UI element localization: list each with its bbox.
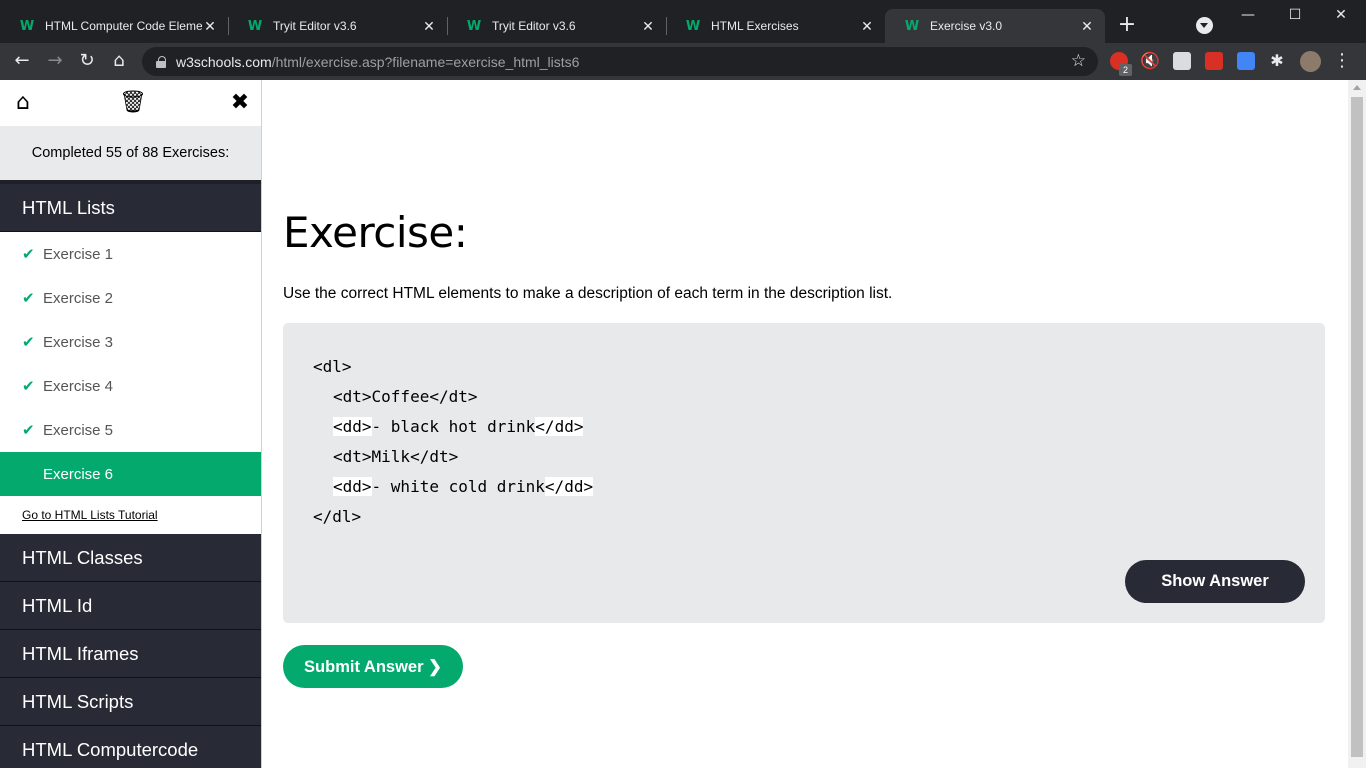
checkmark-icon: ✔ xyxy=(22,289,35,307)
topic-html-classes[interactable]: HTML Classes xyxy=(0,534,261,582)
close-tab-icon[interactable]: ✕ xyxy=(1079,18,1095,34)
checkmark-icon: ✔ xyxy=(22,333,35,351)
code-line: <dd>- black hot drink</dd> xyxy=(333,417,584,436)
browser-tab[interactable]: W HTML Computer Code Eleme ✕ xyxy=(0,9,228,43)
w3schools-favicon-icon: W xyxy=(19,18,35,34)
page-scrollbar[interactable] xyxy=(1348,80,1366,768)
tab-title: HTML Computer Code Eleme xyxy=(45,19,202,33)
checkmark-icon: ✔ xyxy=(22,377,35,395)
bookmark-star-icon[interactable]: ☆ xyxy=(1071,51,1086,71)
answer-input-open-tag[interactable]: <dd> xyxy=(333,477,372,496)
tab-title: HTML Exercises xyxy=(711,19,799,33)
exercise-label: Exercise 3 xyxy=(43,333,114,351)
exercise-item[interactable]: ✔ Exercise 4 xyxy=(0,364,261,408)
scrollbar-thumb[interactable] xyxy=(1351,97,1363,757)
browser-tab-active[interactable]: W Exercise v3.0 ✕ xyxy=(885,9,1105,43)
exercise-label: Exercise 2 xyxy=(43,289,114,307)
mute-extension-icon[interactable]: 🔇 xyxy=(1138,49,1162,73)
exercise-label: Exercise 5 xyxy=(43,421,114,439)
exercise-item[interactable]: ✔ Exercise 1 xyxy=(0,232,261,276)
topic-html-computercode[interactable]: HTML Computercode xyxy=(0,726,261,768)
trash-icon[interactable]: 🗑 xyxy=(119,91,147,115)
home-icon[interactable]: ⌂ xyxy=(11,91,35,115)
tutorial-link[interactable]: Go to HTML Lists Tutorial xyxy=(0,496,261,534)
topic-html-lists[interactable]: HTML Lists xyxy=(0,180,261,232)
code-line: <dt>Milk</dt> xyxy=(333,447,459,466)
close-tab-icon[interactable]: ✕ xyxy=(859,18,875,34)
w3schools-favicon-icon: W xyxy=(466,18,482,34)
close-tab-icon[interactable]: ✕ xyxy=(421,18,437,34)
profile-avatar[interactable] xyxy=(1300,51,1321,72)
code-line: <dd>- white cold drink</dd> xyxy=(333,477,594,496)
new-tab-icon[interactable]: + xyxy=(1116,14,1138,37)
browser-tab[interactable]: W Tryit Editor v3.6 ✕ xyxy=(228,9,447,43)
checkmark-icon: ✔ xyxy=(22,421,35,439)
puzzle-extensions-icon[interactable]: ✱ xyxy=(1265,49,1289,73)
extension-icon[interactable] xyxy=(1173,52,1191,70)
exercise-item[interactable]: ✔ Exercise 5 xyxy=(0,408,261,452)
answer-input-close-tag[interactable]: </dd> xyxy=(535,417,584,436)
extension-icon[interactable] xyxy=(1237,52,1255,70)
url-text: w3schools.com/html/exercise.asp?filename… xyxy=(176,53,580,70)
answer-input-open-tag[interactable]: <dd> xyxy=(333,417,372,436)
exercise-label: Exercise 6 xyxy=(43,465,114,483)
exercise-label: Exercise 4 xyxy=(43,377,114,395)
exercise-item[interactable]: ✔ Exercise 2 xyxy=(0,276,261,320)
exercise-label: Exercise 1 xyxy=(43,245,114,263)
tab-title: Exercise v3.0 xyxy=(930,19,1003,33)
close-tab-icon[interactable]: ✕ xyxy=(202,18,218,34)
code-line: <dl> xyxy=(313,357,352,376)
lock-icon[interactable] xyxy=(156,55,166,68)
forward-icon[interactable]: → xyxy=(43,49,67,73)
minimize-icon[interactable]: — xyxy=(1236,4,1260,26)
scroll-up-arrow-icon[interactable] xyxy=(1353,85,1361,90)
page-title: Exercise: xyxy=(283,208,468,257)
menu-kebab-icon[interactable]: ⋮ xyxy=(1330,49,1354,73)
exercise-instruction: Use the correct HTML elements to make a … xyxy=(283,285,893,302)
extension-badge: 2 xyxy=(1119,64,1132,76)
close-window-icon[interactable]: ✕ xyxy=(1329,4,1353,26)
reload-icon[interactable]: ↻ xyxy=(75,49,99,73)
back-icon[interactable]: ← xyxy=(10,49,34,73)
tab-title: Tryit Editor v3.6 xyxy=(492,19,576,33)
maximize-icon[interactable]: ☐ xyxy=(1283,4,1307,26)
code-line: </dl> xyxy=(313,507,362,526)
exercise-item-current[interactable]: Exercise 6 xyxy=(0,452,261,496)
w3schools-favicon-icon: W xyxy=(685,18,701,34)
extension-icon[interactable] xyxy=(1205,52,1223,70)
home-icon[interactable]: ⌂ xyxy=(107,49,131,73)
topic-html-scripts[interactable]: HTML Scripts xyxy=(0,678,261,726)
code-exercise-box: <dl> <dt>Coffee</dt> <dd>- black hot dri… xyxy=(283,323,1325,623)
sidebar-toolbar: ⌂ 🗑 ✖ xyxy=(0,80,261,126)
browser-tab-strip: W HTML Computer Code Eleme ✕ W Tryit Edi… xyxy=(0,0,1366,43)
code-line: <dt>Coffee</dt> xyxy=(333,387,478,406)
browser-tab[interactable]: W HTML Exercises ✕ xyxy=(666,9,885,43)
address-bar[interactable]: w3schools.com/html/exercise.asp?filename… xyxy=(142,47,1098,76)
answer-input-close-tag[interactable]: </dd> xyxy=(544,477,594,496)
w3schools-favicon-icon: W xyxy=(904,18,920,34)
tab-title: Tryit Editor v3.6 xyxy=(273,19,357,33)
tab-search-icon[interactable] xyxy=(1196,17,1213,34)
progress-status: Completed 55 of 88 Exercises: xyxy=(0,126,261,180)
w3schools-favicon-icon: W xyxy=(247,18,263,34)
close-icon[interactable]: ✖ xyxy=(228,91,252,115)
show-answer-button[interactable]: Show Answer xyxy=(1125,560,1305,603)
browser-tab[interactable]: W Tryit Editor v3.6 ✕ xyxy=(447,9,666,43)
exercise-sidebar: ⌂ 🗑 ✖ Completed 55 of 88 Exercises: HTML… xyxy=(0,80,262,768)
topic-html-id[interactable]: HTML Id xyxy=(0,582,261,630)
exercise-main: Exercise: Use the correct HTML elements … xyxy=(262,80,1348,768)
close-tab-icon[interactable]: ✕ xyxy=(640,18,656,34)
browser-toolbar: ← → ↻ ⌂ w3schools.com/html/exercise.asp?… xyxy=(0,43,1366,80)
topic-html-iframes[interactable]: HTML Iframes xyxy=(0,630,261,678)
submit-answer-button[interactable]: Submit Answer ❯ xyxy=(283,645,463,688)
exercise-item[interactable]: ✔ Exercise 3 xyxy=(0,320,261,364)
checkmark-icon: ✔ xyxy=(22,245,35,263)
